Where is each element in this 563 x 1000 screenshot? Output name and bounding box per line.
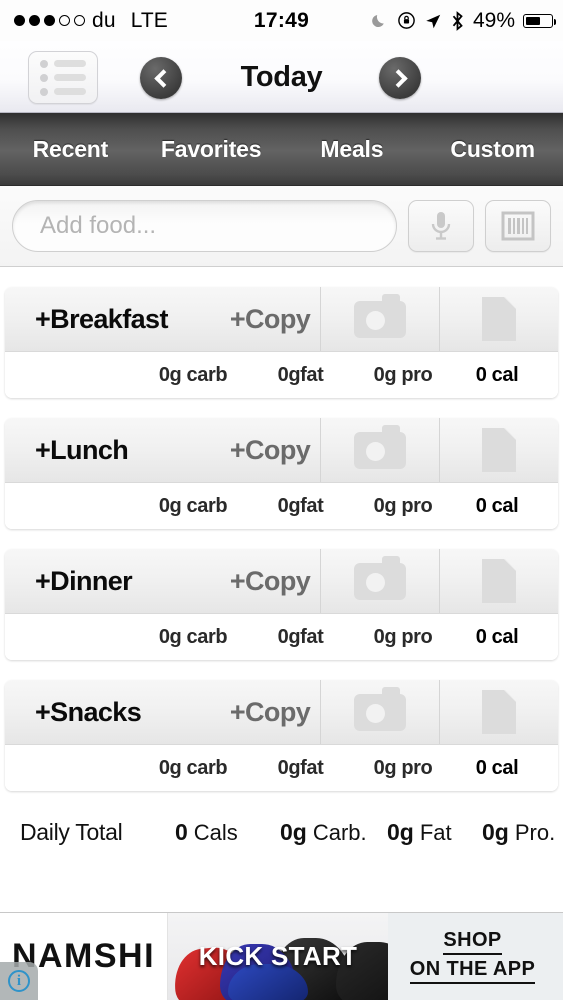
moon-icon: [372, 14, 384, 28]
macro-pro: 0g pro: [373, 494, 433, 517]
search-bar: Add food...: [0, 186, 563, 267]
note-icon: [482, 428, 516, 472]
battery-icon: [523, 13, 556, 28]
meal-macros-row: 0g carb 0gfat 0g pro 0 cal: [5, 745, 558, 791]
macro-carb: 0g carb: [158, 363, 228, 386]
macro-cal: 0 cal: [475, 494, 519, 517]
note-icon: [482, 690, 516, 734]
navigation-bar: Today: [0, 41, 563, 113]
tab-recent[interactable]: Recent: [0, 136, 141, 163]
copy-snacks-button[interactable]: +Copy: [220, 680, 320, 744]
meal-card-header: +Breakfast +Copy: [5, 287, 558, 352]
meal-card-list: +Breakfast +Copy 0g carb 0gfat 0g pro 0 …: [0, 267, 563, 791]
macro-carb: 0g carb: [158, 494, 228, 517]
dinner-note-button[interactable]: [439, 549, 558, 613]
ad-call-to-action[interactable]: SHOP ON THE APP: [388, 913, 563, 1000]
daily-total-carbs-unit: Carb.: [312, 819, 367, 845]
camera-icon: [354, 686, 406, 731]
daily-total-protein: 0g Pro.: [482, 819, 562, 846]
rotation-lock-icon: [398, 12, 415, 29]
chevron-right-icon: [388, 68, 408, 88]
tab-favorites[interactable]: Favorites: [141, 136, 282, 163]
macro-fat: 0gfat: [277, 756, 324, 779]
barcode-scan-button[interactable]: [485, 200, 551, 252]
ad-info-button[interactable]: i: [0, 962, 38, 1000]
next-day-button[interactable]: [379, 57, 421, 99]
ad-banner[interactable]: NAMSHI KICK START SHOP ON THE APP i: [0, 912, 563, 1000]
daily-total-fat-unit: Fat: [419, 819, 452, 845]
battery-percent-label: 49%: [472, 8, 515, 32]
snacks-note-button[interactable]: [439, 680, 558, 744]
macro-fat: 0gfat: [277, 494, 324, 517]
location-arrow-icon: [426, 14, 441, 28]
lunch-photo-button[interactable]: [320, 418, 439, 482]
note-icon: [482, 559, 516, 603]
daily-total-protein-value: 0g: [482, 818, 509, 845]
ad-cta-line1: SHOP: [443, 929, 502, 955]
macro-pro: 0g pro: [373, 625, 433, 648]
macro-cal: 0 cal: [475, 363, 519, 386]
camera-icon: [354, 293, 406, 338]
app-screen: du LTE 17:49 49% Today Recent Favorites …: [0, 0, 563, 1000]
breakfast-note-button[interactable]: [439, 287, 558, 351]
meal-macros-row: 0g carb 0gfat 0g pro 0 cal: [5, 614, 558, 660]
macro-pro: 0g pro: [373, 363, 433, 386]
daily-total-protein-unit: Pro.: [514, 819, 556, 845]
macro-carb: 0g carb: [158, 756, 228, 779]
search-input[interactable]: Add food...: [12, 200, 397, 252]
camera-icon: [354, 424, 406, 469]
snacks-photo-button[interactable]: [320, 680, 439, 744]
camera-icon: [354, 555, 406, 600]
daily-total-carbs-value: 0g: [280, 818, 307, 845]
breakfast-photo-button[interactable]: [320, 287, 439, 351]
daily-total-calories: 0 Cals: [175, 819, 280, 846]
add-snacks-button[interactable]: +Snacks: [5, 680, 220, 744]
meal-card-dinner: +Dinner +Copy 0g carb 0gfat 0g pro 0 cal: [5, 549, 558, 660]
page-title: Today: [240, 60, 323, 93]
voice-search-button[interactable]: [408, 200, 474, 252]
dinner-photo-button[interactable]: [320, 549, 439, 613]
ad-headline: KICK START: [198, 941, 358, 971]
meal-card-snacks: +Snacks +Copy 0g carb 0gfat 0g pro 0 cal: [5, 680, 558, 791]
meal-macros-row: 0g carb 0gfat 0g pro 0 cal: [5, 483, 558, 529]
daily-total-fat: 0g Fat: [387, 819, 482, 846]
add-lunch-button[interactable]: +Lunch: [5, 418, 220, 482]
meal-macros-row: 0g carb 0gfat 0g pro 0 cal: [5, 352, 558, 398]
macro-fat: 0gfat: [277, 625, 324, 648]
ad-cta-line2: ON THE APP: [409, 958, 536, 984]
ad-image: KICK START: [168, 913, 388, 1000]
info-icon: i: [8, 970, 30, 992]
tab-custom[interactable]: Custom: [422, 136, 563, 163]
status-bar: du LTE 17:49 49%: [0, 0, 563, 41]
barcode-icon: [501, 211, 535, 241]
meal-card-header: +Lunch +Copy: [5, 418, 558, 483]
meal-card-header: +Dinner +Copy: [5, 549, 558, 614]
lunch-note-button[interactable]: [439, 418, 558, 482]
meal-card-breakfast: +Breakfast +Copy 0g carb 0gfat 0g pro 0 …: [5, 287, 558, 398]
daily-total-carbs: 0g Carb.: [280, 819, 387, 846]
meal-card-header: +Snacks +Copy: [5, 680, 558, 745]
microphone-icon: [431, 212, 451, 240]
daily-total-fat-value: 0g: [387, 818, 414, 845]
add-breakfast-button[interactable]: +Breakfast: [5, 287, 220, 351]
copy-lunch-button[interactable]: +Copy: [220, 418, 320, 482]
tab-meals[interactable]: Meals: [282, 136, 423, 163]
daily-total-row: Daily Total 0 Cals 0g Carb. 0g Fat 0g Pr…: [0, 808, 563, 856]
macro-carb: 0g carb: [158, 625, 228, 648]
note-icon: [482, 297, 516, 341]
bluetooth-icon: [452, 10, 463, 31]
tab-bar: Recent Favorites Meals Custom: [0, 113, 563, 186]
copy-dinner-button[interactable]: +Copy: [220, 549, 320, 613]
copy-breakfast-button[interactable]: +Copy: [220, 287, 320, 351]
add-dinner-button[interactable]: +Dinner: [5, 549, 220, 613]
macro-cal: 0 cal: [475, 756, 519, 779]
daily-total-calories-unit: Cals: [193, 819, 238, 845]
macro-cal: 0 cal: [475, 625, 519, 648]
macro-fat: 0gfat: [277, 363, 324, 386]
macro-pro: 0g pro: [373, 756, 433, 779]
status-bar-right: 49%: [370, 8, 556, 33]
daily-total-label: Daily Total: [20, 818, 123, 845]
meal-card-lunch: +Lunch +Copy 0g carb 0gfat 0g pro 0 cal: [5, 418, 558, 529]
daily-total-calories-value: 0: [175, 818, 188, 845]
